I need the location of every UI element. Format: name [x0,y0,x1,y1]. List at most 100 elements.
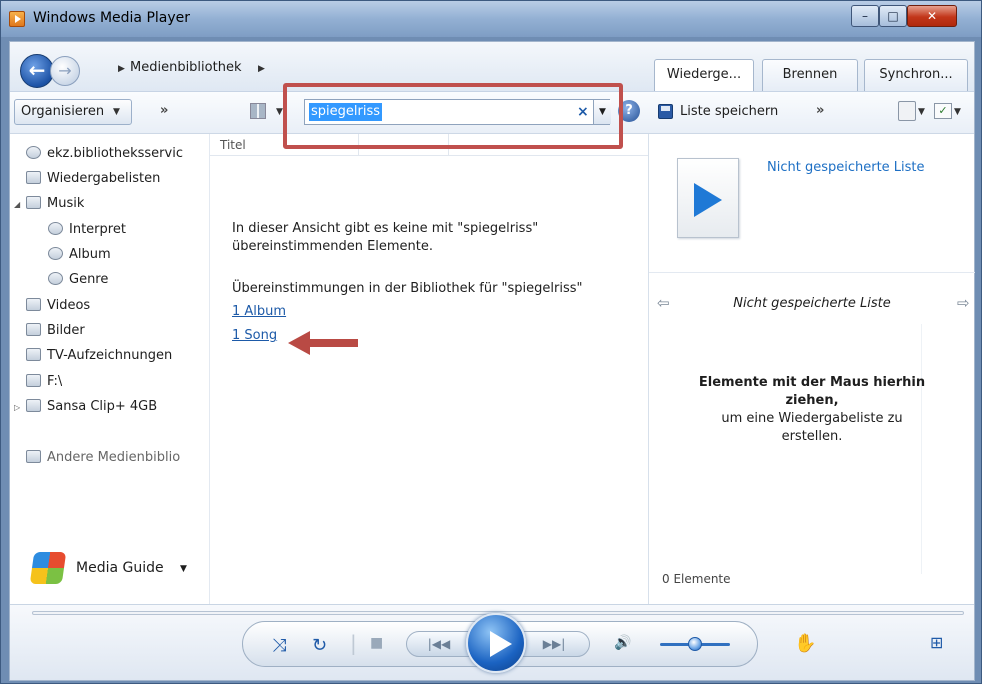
genre-icon [48,272,63,285]
mute-icon[interactable]: 🔊 [614,635,631,651]
breadcrumb-arrow-icon[interactable]: ▶ [118,64,125,74]
save-list-button[interactable]: Liste speichern [680,104,778,119]
drop-hint-bold: Elemente mit der Maus hierhin ziehen, [697,374,927,410]
media-guide-label: Media Guide [76,560,164,576]
sidebar-item-videos[interactable]: Videos [26,298,90,313]
chevron-down-icon: ▼ [113,107,120,117]
album-icon [48,247,63,260]
sidebar-item-label: Andere Medienbiblio [47,450,181,465]
next-list-arrow-icon[interactable]: ⇨ [957,294,970,312]
list-name-label: Nicht gespeicherte Liste [733,296,891,311]
unsaved-list-title[interactable]: Nicht gespeicherte Liste [767,160,925,175]
sidebar-item-user[interactable]: ekz.bibliotheksservic [26,146,208,161]
volume-thumb[interactable] [688,637,702,651]
tv-icon [26,348,41,361]
maximize-button[interactable]: □ [879,5,907,27]
view-options-icon[interactable] [250,103,266,119]
drop-hint-line-1: Elemente mit der Maus hierhin [698,375,926,390]
sidebar-item-album[interactable]: Album [48,247,111,262]
forward-button[interactable]: → [50,56,80,86]
sidebar-item-music[interactable]: ◢ Musik [14,196,84,211]
sidebar-item-label: Bilder [47,323,85,338]
checkmark-options-icon[interactable]: ✓ [934,103,952,119]
repeat-icon[interactable]: ↻ [312,635,327,656]
sidebar-item-label: Genre [69,272,109,287]
checkmark-dropdown-icon[interactable]: ▼ [954,107,961,117]
sidebar-item-pictures[interactable]: Bilder [26,323,85,338]
sidebar-item-device[interactable]: ▷ Sansa Clip+ 4GB [14,399,157,414]
pane-vertical-divider [921,324,922,574]
tab-play[interactable]: Wiederge... [654,59,754,91]
next-button[interactable]: ▶▶| [518,631,590,657]
media-guide-button[interactable]: Media Guide ▼ [24,552,204,588]
stop-icon[interactable]: ■ [370,635,383,651]
sidebar-item-label: Wiedergabelisten [47,171,161,186]
more-button[interactable]: » [160,103,168,118]
tab-bar: Wiederge... Brennen Synchron... [648,42,974,92]
list-toolbar: Liste speichern » ▼ ✓ ▼ [648,92,974,134]
drive-icon [26,374,41,387]
sidebar-item-label: Interpret [69,222,126,237]
view-options-dropdown-icon[interactable]: ▼ [276,107,283,117]
sidebar-item-tv[interactable]: TV-Aufzeichnungen [26,348,172,363]
list-options-dropdown-icon[interactable]: ▼ [918,107,925,117]
sidebar-item-other-libraries[interactable]: Andere Medienbiblio [26,450,208,465]
sidebar-item-genre[interactable]: Genre [48,272,108,287]
sidebar-item-label: Videos [47,298,91,313]
switch-view-icon[interactable]: ⊞ [930,633,943,652]
user-icon [26,146,41,159]
no-results-text-line-1: In dieser Ansicht gibt es keine mit "spi… [232,221,539,236]
tab-sync[interactable]: Synchron... [864,59,968,91]
shuffle-icon[interactable]: ⤨ [272,635,286,656]
tab-burn[interactable]: Brennen [762,59,858,91]
switch-to-now-playing-icon[interactable]: ✋ [794,633,816,654]
annotation-arrow-icon [288,331,358,355]
organize-button[interactable]: Organisieren ▼ [14,99,132,125]
column-title-header[interactable]: Titel [220,138,246,152]
close-button[interactable]: ✕ [907,5,957,27]
drop-hint-line-4: erstellen. [781,429,843,444]
sidebar-item-drive[interactable]: F:\ [26,374,62,389]
windows-logo-icon [29,552,67,584]
pane-divider [649,272,975,273]
breadcrumb-arrow-icon[interactable]: ▶ [258,64,265,74]
drop-hint-text: um eine Wiedergabeliste zu erstellen. [697,410,927,446]
sidebar-item-playlists[interactable]: Wiedergabelisten [26,171,160,186]
sidebar-item-label: Sansa Clip+ 4GB [47,399,158,414]
title-bar[interactable]: Windows Media Player – □ ✕ [1,1,981,37]
save-icon[interactable] [658,104,673,119]
album-match-link[interactable]: 1 Album [232,304,286,319]
drop-hint-line-3: um eine Wiedergabeliste zu [721,411,903,426]
library-navigation: ekz.bibliotheksservic Wiedergabelisten ◢… [10,134,210,604]
organize-label: Organisieren [21,104,105,119]
playlist-play-icon[interactable] [677,158,739,238]
sidebar-item-label: F:\ [47,374,63,389]
device-icon [26,399,41,412]
playlist-icon [26,171,41,184]
list-more-button[interactable]: » [816,103,824,118]
playlist-pane: Nicht gespeicherte Liste ⇦ Nicht gespeic… [648,134,975,604]
search-highlight-box [283,83,623,149]
matches-heading: Übereinstimmungen in der Bibliothek für … [232,281,583,296]
expand-arrow-icon[interactable]: ◢ [14,200,26,209]
sidebar-item-label: TV-Aufzeichnungen [47,348,173,363]
play-button[interactable] [466,613,526,673]
chevron-down-icon: ▼ [180,564,187,574]
back-button[interactable]: ← [20,54,54,88]
sidebar-item-artist[interactable]: Interpret [48,222,126,237]
previous-button[interactable]: |◀◀ [406,631,472,657]
window-title: Windows Media Player [33,10,191,26]
drop-hint-line-2: ziehen, [785,393,839,408]
minimize-button[interactable]: – [851,5,879,27]
separator: | [350,631,357,655]
sidebar-item-label: ekz.bibliotheksservic [47,146,183,161]
song-match-link[interactable]: 1 Song [232,328,277,343]
media-player-icon [9,11,25,27]
collapse-arrow-icon[interactable]: ▷ [14,403,26,412]
music-icon [26,196,41,209]
network-icon [26,450,41,463]
sidebar-item-label: Musik [47,196,85,211]
artist-icon [48,222,63,235]
list-options-icon[interactable] [898,101,916,121]
breadcrumb-library[interactable]: Medienbibliothek [130,60,241,75]
